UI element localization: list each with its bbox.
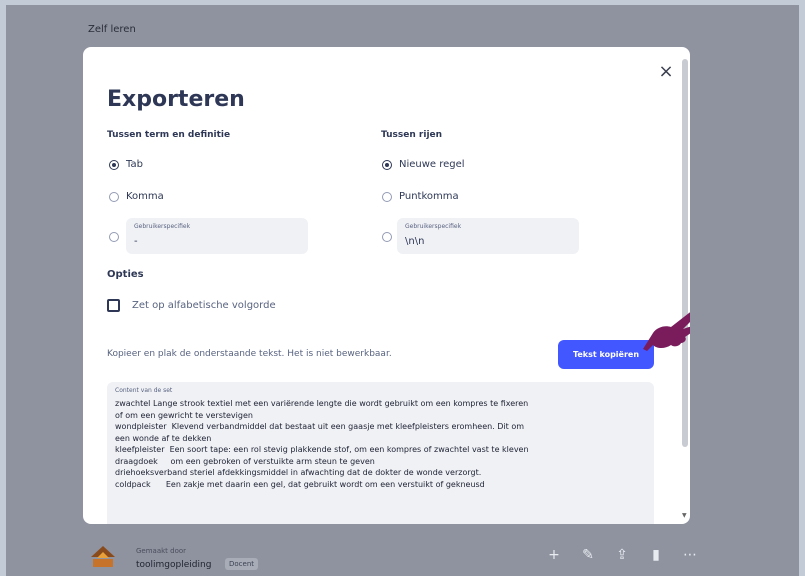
custom-row-value: \n\n	[405, 236, 425, 247]
custom-term-separator-input[interactable]: Gebruikerspecifiek -	[126, 218, 308, 254]
scroll-down-icon[interactable]: ▼	[682, 512, 687, 519]
radio-custom-term[interactable]	[109, 232, 119, 242]
role-badge: Docent	[225, 558, 259, 570]
custom-row-label: Gebruikerspecifiek	[405, 223, 462, 230]
modal-title: Exporteren	[107, 87, 245, 112]
radio-semicolon-indicator[interactable]	[382, 191, 392, 202]
add-icon[interactable]: +	[546, 547, 562, 563]
radio-comma[interactable]: Komma	[109, 191, 164, 202]
stats-icon[interactable]: ▮	[648, 547, 664, 563]
more-icon[interactable]: ⋯	[682, 547, 698, 563]
radio-newline-label: Nieuwe regel	[399, 159, 465, 170]
custom-term-label: Gebruikerspecifiek	[134, 223, 191, 230]
radio-custom-row-indicator[interactable]	[382, 232, 392, 242]
radio-tab[interactable]: Tab	[109, 159, 143, 170]
custom-term-value: -	[134, 236, 138, 247]
hand-pointer-icon	[643, 312, 690, 351]
radio-custom-row[interactable]	[382, 232, 392, 242]
background-page-title: Zelf leren	[88, 24, 136, 35]
set-actions: + ✎ ⇪ ▮ ⋯	[546, 547, 698, 563]
alphabetical-label: Zet op alfabetische volgorde	[132, 300, 276, 311]
alphabetical-option[interactable]: Zet op alfabetische volgorde	[107, 299, 276, 312]
set-footer: Gemaakt door toolimgopleiding Docent + ✎…	[88, 543, 698, 573]
radio-semicolon-label: Puntkomma	[399, 191, 459, 202]
export-text-content: zwachtel Lange strook textiel met een va…	[115, 399, 529, 489]
options-heading: Opties	[107, 269, 144, 280]
radio-comma-label: Komma	[126, 191, 164, 202]
creator-name[interactable]: toolimgopleiding	[136, 560, 211, 570]
alphabetical-checkbox[interactable]	[107, 299, 120, 312]
radio-semicolon[interactable]: Puntkomma	[382, 191, 459, 202]
export-text-area[interactable]: Content van de set zwachtel Lange strook…	[107, 382, 654, 524]
radio-custom-term-indicator[interactable]	[109, 232, 119, 242]
radio-tab-indicator[interactable]	[109, 159, 119, 170]
close-icon[interactable]: ×	[656, 62, 676, 82]
radio-tab-label: Tab	[126, 159, 143, 170]
radio-comma-indicator[interactable]	[109, 191, 119, 202]
export-modal: × ▼ Exporteren Tussen term en definitie …	[83, 47, 690, 524]
radio-newline-indicator[interactable]	[382, 159, 392, 170]
term-definition-separator-heading: Tussen term en definitie	[107, 130, 231, 140]
export-text-label: Content van de set	[115, 387, 173, 394]
share-icon[interactable]: ⇪	[614, 547, 630, 563]
radio-newline[interactable]: Nieuwe regel	[382, 159, 465, 170]
modal-scrollbar[interactable]: ▼	[682, 59, 688, 519]
creator-meta: Gemaakt door	[136, 547, 187, 555]
custom-row-separator-input[interactable]: Gebruikerspecifiek \n\n	[397, 218, 579, 254]
scrollbar-thumb[interactable]	[682, 59, 688, 447]
copy-hint: Kopieer en plak de onderstaande tekst. H…	[107, 349, 392, 359]
edit-icon[interactable]: ✎	[580, 547, 596, 563]
avatar[interactable]	[90, 545, 116, 569]
row-separator-heading: Tussen rijen	[381, 130, 443, 140]
